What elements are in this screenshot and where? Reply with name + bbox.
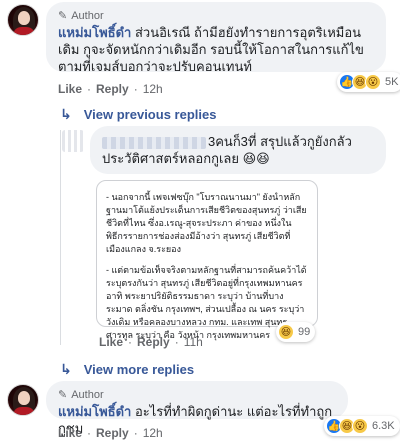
reply-button[interactable]: Reply [137,335,170,349]
pen-icon: ✎ [58,10,68,22]
timestamp[interactable]: 11h [184,335,203,349]
author-badge-label: Author [71,388,104,401]
reaction-summary[interactable]: 👍 😆 😮 5K [337,72,400,92]
comment-bubble-author-2: ✎ Author แหม่มโพธิ์ดำ อะไรที่ทำผิดกูด่าน… [46,381,348,436]
view-previous-replies-link[interactable]: ↳ View previous replies [60,106,216,123]
comment-bubble-author-1: ✎ Author แหม่มโพธิ์ดำ ส่วนอิเรณี ถ้ามีฮย… [46,2,386,74]
comment-actions: Like · Reply · 12h [58,82,163,96]
view-more-replies-link[interactable]: ↳ View more replies [60,361,194,378]
reply-arrow-icon: ↳ [60,361,72,377]
reply-avatar[interactable] [62,130,84,152]
author-badge: ✎ Author [58,9,374,23]
haha-icon: 😆 [278,324,294,340]
reply-arrow-icon: ↳ [60,106,72,122]
author-badge: ✎ Author [58,388,336,402]
reaction-summary[interactable]: 😆 99 [276,322,316,342]
author-badge-label: Author [71,9,104,22]
pen-icon: ✎ [58,389,68,401]
like-button[interactable]: Like [99,335,123,349]
reaction-count: 99 [298,326,311,338]
reaction-count: 6.3K [372,420,395,432]
view-more-label: View more replies [83,362,195,377]
image-text-paragraph-1: - นอกจากนี้ เพจเฟซบุ๊ก "โบราณนานมา" ยังน… [106,192,307,254]
commenter-name[interactable]: แหม่มโพธิ์ดำ [58,404,131,419]
wow-icon: 😮 [352,418,368,434]
commenter-name[interactable]: แหม่มโพธิ์ดำ [58,25,131,40]
reply-button[interactable]: Reply [96,82,129,96]
commenter-name-blurred[interactable] [102,136,206,149]
attached-image-card[interactable]: - นอกจากนี้ เพจเฟซบุ๊ก "โบราณนานมา" ยังน… [96,180,318,340]
reply-button[interactable]: Reply [96,426,129,440]
reaction-count: 5K [385,76,399,88]
timestamp[interactable]: 12h [143,426,163,440]
comment-actions: Like · Reply · 12h [58,426,163,440]
like-button[interactable]: Like [58,426,82,440]
author-avatar[interactable] [7,4,39,36]
view-previous-label: View previous replies [83,107,217,122]
reaction-summary[interactable]: 👍 😆 😮 6.3K [324,416,400,436]
wow-icon: 😮 [365,74,381,90]
author-avatar[interactable] [7,384,39,416]
reply-bubble: 3คนก็3ที่ สรุปแล้วกูยังกลัวประวัติศาสตร์… [90,126,386,174]
reply-actions: Like · Reply · 11h [99,335,203,349]
like-button[interactable]: Like [58,82,82,96]
laughing-emoji: 😆😆 [242,151,270,166]
timestamp[interactable]: 12h [143,82,163,96]
